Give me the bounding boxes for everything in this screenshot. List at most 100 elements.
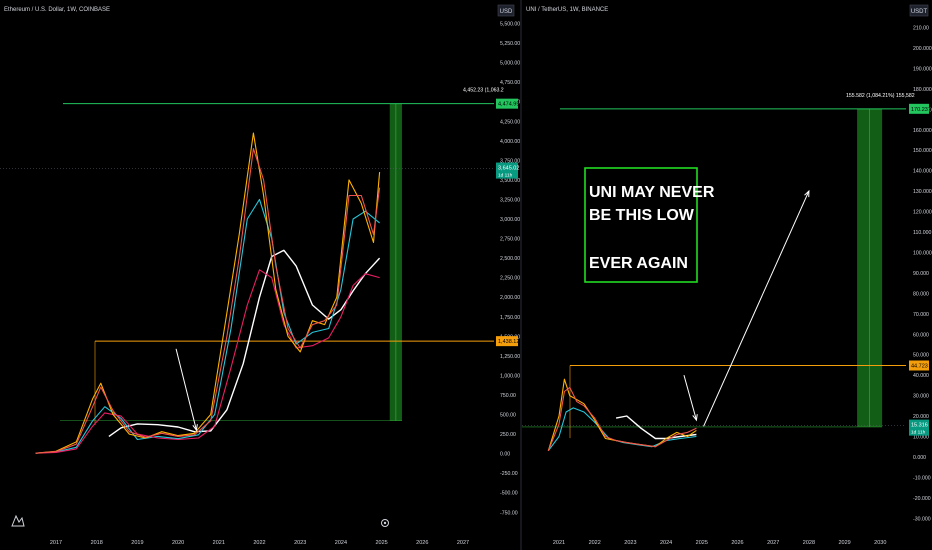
tradingview-logo-icon (11, 514, 25, 527)
y-tick-label: 3,000.00 (500, 217, 520, 223)
uni-zone (522, 108, 883, 428)
y-tick-label: 2,250.00 (500, 276, 520, 282)
y-tick-label: 1,750.00 (500, 315, 520, 321)
y-tick-label: 500.00 (500, 413, 516, 419)
x-tick-label: 2025 (375, 540, 387, 546)
y-tick-label: -750.00 (500, 510, 518, 516)
y-tick-label: 3,250.00 (500, 197, 520, 203)
eth-y-axis[interactable]: 5,500.005,250.005,000.004,750.004,500.00… (500, 22, 520, 517)
x-tick-label: 2029 (838, 540, 850, 546)
x-tick-label: 2021 (213, 540, 225, 546)
y-tick-label: 2,500.00 (500, 256, 520, 262)
arrow-annotation-shaft (703, 190, 810, 427)
uni-x-axis[interactable]: 2021 2022 2023 2024 2025 2026 2027 2028 2029 2030 (553, 540, 887, 546)
y-tick-label: 50.000 (913, 353, 929, 359)
x-tick-label: 2026 (416, 540, 428, 546)
y-tick-label: 130.000 (913, 189, 932, 195)
y-tick-label: 90.000 (913, 271, 929, 277)
y-tick-label: 3,500.00 (500, 178, 520, 184)
uni-chart-title: UNI / TetherUS, 1W, BINANCE (526, 7, 608, 13)
y-tick-label: 160.000 (913, 128, 932, 134)
y-tick-label: 140.000 (913, 169, 932, 175)
x-tick-label: 2028 (803, 540, 815, 546)
y-tick-label: 120.000 (913, 210, 932, 216)
callout-line-4: EVER AGAIN (589, 255, 688, 272)
eth-x-axis[interactable]: 2017 2018 2019 2020 2021 2022 2023 2024 2025 2026… (50, 540, 469, 546)
chart-stage: Ethereum / U.S. Dollar, 1W, COINBASE USD… (0, 0, 932, 550)
y-tick-label: 2,000.00 (500, 295, 520, 301)
x-tick-label: 2024 (335, 540, 347, 546)
x-tick-label: 2023 (624, 540, 636, 546)
y-tick-label: 4,250.00 (500, 119, 520, 125)
eth-currency-label: USD (500, 9, 513, 15)
x-tick-label: 2022 (253, 540, 265, 546)
current-price-tag-text: 15.316 (911, 423, 928, 429)
arrow-annotation-shaft (175, 348, 197, 431)
series-line-2 (547, 407, 697, 452)
x-tick-label: 2027 (767, 540, 779, 546)
x-tick-label: 2023 (294, 540, 306, 546)
y-tick-label: 110.000 (913, 230, 931, 236)
x-tick-label: 2018 (91, 540, 103, 546)
y-tick-label: -20.000 (913, 496, 931, 502)
target-price-tag-text: 4,474.95 (498, 102, 519, 108)
uni-y-axis[interactable]: 210.00200.000190.000180.000170.000160.00… (913, 26, 932, 523)
y-tick-label: 190.000 (913, 66, 932, 72)
x-tick-label: 2021 (553, 540, 565, 546)
eth-series (35, 132, 381, 454)
x-tick-label: 2019 (131, 540, 143, 546)
x-tick-label: 2020 (172, 540, 184, 546)
y-tick-label: 210.00 (913, 26, 929, 32)
callout-line-1: UNI MAY NEVER (589, 184, 715, 201)
y-tick-label: 180.000 (913, 87, 932, 93)
replay-icon[interactable] (381, 519, 389, 527)
target-note-text: 4,452.23 (1,063.2 (463, 88, 504, 94)
uni-chart-panel[interactable]: UNI / TetherUS, 1W, BINANCE USDT 210.00 2… (522, 4, 932, 546)
callout-line-2: BE THIS LOW (589, 207, 695, 224)
eth-levels (0, 103, 494, 426)
current-price-tag-sub: 1d 11h (911, 430, 926, 436)
y-tick-label: 1,000.00 (500, 373, 520, 379)
eth-chart-title: Ethereum / U.S. Dollar, 1W, COINBASE (4, 7, 110, 13)
x-tick-label: 2027 (457, 540, 469, 546)
y-tick-label: -250.00 (500, 471, 518, 477)
uni-annotations (683, 189, 810, 427)
series-line-4 (35, 132, 381, 454)
support-price-tag-text: 1,438.12 (498, 339, 519, 345)
eth-chart-panel[interactable]: Ethereum / U.S. Dollar, 1W, COINBASE USD… (0, 4, 520, 546)
y-tick-label: 0.00 (500, 452, 510, 458)
y-tick-label: 750.00 (500, 393, 516, 399)
y-tick-label: -500.00 (500, 491, 518, 497)
y-tick-label: 60.000 (913, 332, 929, 338)
y-tick-label: 4,750.00 (500, 80, 520, 86)
y-tick-label: 2,750.00 (500, 237, 520, 243)
y-tick-label: 5,250.00 (500, 41, 520, 47)
uni-callout: UNI MAY NEVER BE THIS LOW EVER AGAIN (584, 167, 715, 283)
target-price-tag-text: 170.237 (911, 107, 931, 113)
y-tick-label: 4,000.00 (500, 139, 520, 145)
series-line-4 (547, 386, 697, 452)
y-tick-label: 80.000 (913, 291, 929, 297)
uni-levels (522, 108, 906, 439)
y-tick-label: 100.000 (913, 250, 932, 256)
y-tick-label: 70.000 (913, 312, 929, 318)
y-tick-label: 5,500.00 (500, 22, 520, 28)
x-tick-label: 2022 (589, 540, 601, 546)
y-tick-label: 30.000 (913, 394, 929, 400)
y-tick-label: 0.000 (913, 455, 926, 461)
arrow-annotation-2-shaft (683, 375, 697, 421)
series-line-3 (35, 269, 380, 454)
uni-currency-label: USDT (911, 9, 928, 15)
eth-zone (60, 103, 402, 422)
x-tick-label: 2017 (50, 540, 62, 546)
y-tick-label: 150.000 (913, 148, 932, 154)
y-tick-label: 200.000 (913, 46, 932, 52)
y-tick-label: 20.000 (913, 414, 929, 420)
current-price-tag-sub: 1d 11h (498, 173, 513, 179)
uni-series (547, 378, 697, 452)
series-line-5 (35, 148, 381, 454)
y-tick-label: 40.000 (913, 373, 929, 379)
series-line-2 (35, 198, 380, 454)
x-tick-label: 2030 (874, 540, 886, 546)
eth-annotations (175, 348, 198, 432)
